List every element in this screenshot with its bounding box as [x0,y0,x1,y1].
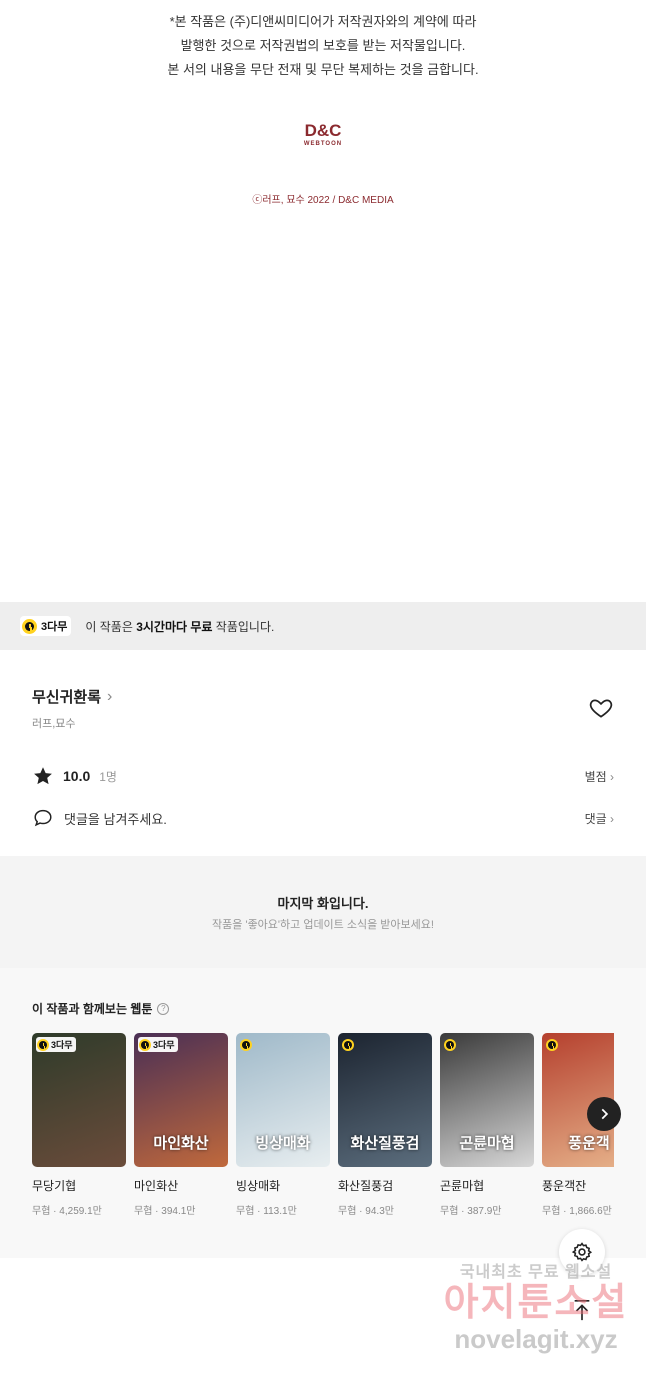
logo-sub: WEBTOON [303,141,343,147]
free-badge: 3다무 [138,1037,178,1052]
recommendation-thumbnail[interactable]: 3다무마인화산 [134,1033,228,1167]
clock-icon [546,1038,558,1051]
gear-icon [571,1242,593,1262]
free-badge [546,1037,560,1052]
last-episode-title: 마지막 화입니다. [277,896,369,911]
comment-row[interactable]: 댓글을 남겨주세요. 댓글 › [32,806,614,830]
free-badge: 3다무 [20,616,72,636]
settings-button[interactable] [559,1229,605,1275]
rating-link-label: 별점 [584,769,607,784]
recommendations-heading-text: 이 작품과 함께보는 웹툰 [32,1002,153,1016]
notice-line-1: *본 작품은 (주)디앤씨미디어가 저작권자와의 계약에 따라 [169,14,477,29]
dnc-webtoon-logo: D&C WEBTOON [0,122,646,148]
work-title: 무신귀환록 [32,689,102,706]
last-episode-banner: 마지막 화입니다. 작품을 '좋아요'하고 업데이트 소식을 받아보세요! [0,856,646,968]
recommendation-card[interactable]: 화산질풍검 화산질풍검 무협 · 94.3만 [338,1033,432,1217]
recommendation-meta: 무협 · 394.1만 [134,1206,196,1217]
recommendation-meta: 무협 · 387.9만 [440,1206,502,1217]
recommendation-title: 빙상매화 [236,1179,281,1193]
arrow-up-icon [574,1300,590,1321]
free-text-suffix: 작품입니다. [212,619,275,634]
free-badge: 3다무 [36,1037,76,1052]
scroll-top-button[interactable] [562,1290,602,1330]
heart-icon[interactable] [588,695,614,721]
watermark-line-2: 아지툰소설 [443,1282,629,1324]
clock-icon [22,618,37,634]
recommendation-card[interactable]: 3다무무당기협무협 · 4,259.1만 [32,1033,126,1217]
work-title-link[interactable]: 무신귀환록 › [32,686,112,707]
free-text-prefix: 이 작품은 [85,619,137,634]
free-badge-label: 3다무 [51,1040,73,1050]
free-badge-label: 3다무 [153,1040,175,1050]
chevron-right-icon: › [610,769,614,784]
cover-title-art: 곤륜마협 [459,1135,515,1152]
carousel-next-button[interactable] [587,1097,621,1131]
cover-title-art: 화산질풍검 [350,1135,420,1152]
recommendations-carousel: 3다무 무당기협 무협 · 4,259.1만 3다무 마인화산 마인화산 무협 · 394.… [32,1033,614,1233]
help-icon[interactable]: ? [157,1002,170,1015]
site-watermark: 국내최초 무료 웹소설 아지툰소설 novelagit.xyz [436,1258,636,1368]
comment-link[interactable]: 댓글 › [585,810,614,827]
recommendations-section: 이 작품과 함께보는 웹툰 ? 3다무 무당기협 무협 · 4,259.1만 3다무 마… [0,968,646,1258]
recommendation-meta: 무협 · 113.1만 [236,1206,297,1217]
notice-line-3: 본 서의 내용을 무단 전재 및 무단 복제하는 것을 금합니다. [167,62,479,77]
chevron-right-icon: › [107,687,113,705]
recommendation-thumbnail[interactable]: 빙상매화 [236,1033,330,1167]
copyright-notice: *본 작품은 (주)디앤씨미디어가 저작권자와의 계약에 따라 발행한 것으로 … [0,10,646,82]
star-icon [34,767,52,785]
logo-main: D&C [304,121,342,140]
clock-icon [37,1038,49,1051]
free-badge [240,1037,254,1052]
watermark-line-3: novelagit.xyz [454,1324,618,1354]
clock-icon [444,1038,456,1051]
recommendation-title: 마인화산 [134,1179,179,1193]
recommendation-card[interactable]: 빙상매화 빙상매화 무협 · 113.1만 [236,1033,330,1217]
comment-link-label: 댓글 [584,811,607,826]
watermark-line-1: 국내최초 무료 웹소설 [459,1264,613,1281]
notice-line-2: 발행한 것으로 저작권법의 보호를 받는 저작물입니다. [180,38,466,53]
recommendation-thumbnail[interactable]: 화산질풍검 [338,1033,432,1167]
free-info-bar: 3다무 이 작품은 3시간마다 무료 작품입니다. [0,602,646,650]
recommendation-thumbnail[interactable]: 3다무 [32,1033,126,1167]
speech-bubble-icon [34,809,52,827]
recommendation-title: 곤륜마협 [440,1179,485,1193]
comment-placeholder: 댓글을 남겨주세요. [64,811,167,827]
rating-count: 1명 [99,769,117,784]
chevron-right-icon [601,1108,609,1120]
recommendation-meta: 무협 · 4,259.1만 [32,1206,102,1217]
clock-icon [240,1038,252,1051]
rating-link[interactable]: 별점 › [585,768,614,785]
recommendation-title: 풍운객잔 [542,1179,587,1193]
recommendations-heading: 이 작품과 함께보는 웹툰 ? [32,1000,170,1017]
free-info-text: 이 작품은 3시간마다 무료 작품입니다. [85,618,274,635]
free-badge-label: 3다무 [41,621,68,633]
chevron-right-icon: › [610,811,614,826]
cover-title-art: 빙상매화 [255,1135,311,1152]
clock-icon [342,1038,354,1051]
recommendation-meta: 무협 · 94.3만 [338,1206,394,1217]
last-episode-subtitle: 작품을 '좋아요'하고 업데이트 소식을 받아보세요! [212,919,434,931]
rating-value: 10.0 [63,768,91,784]
recommendation-card[interactable]: 3다무 마인화산 마인화산 무협 · 394.1만 [134,1033,228,1217]
work-authors: 러프,묘수 [32,718,76,730]
cover-title-art: 마인화산 [153,1135,209,1152]
cover-title-art: 풍운객 [568,1135,610,1152]
clock-icon [139,1038,151,1051]
recommendation-title: 무당기협 [32,1179,77,1193]
recommendation-title: 화산질풍검 [338,1179,394,1193]
free-badge [444,1037,458,1052]
work-info-section: 무신귀환록 › 러프,묘수 10.0 1명 별점 › 댓글을 남겨주세요. 댓글… [0,650,646,856]
free-badge [342,1037,356,1052]
free-text-bold: 3시간마다 무료 [136,619,213,634]
recommendation-card[interactable]: 곤륜마협 곤륜마협 무협 · 387.9만 [440,1033,534,1217]
recommendation-thumbnail[interactable]: 곤륜마협 [440,1033,534,1167]
rating-row: 10.0 1명 별점 › [32,764,614,788]
recommendation-meta: 무협 · 1,866.6만 [542,1206,612,1217]
copyright-line: ⓒ러프, 묘수 2022 / D&C MEDIA [252,195,394,206]
